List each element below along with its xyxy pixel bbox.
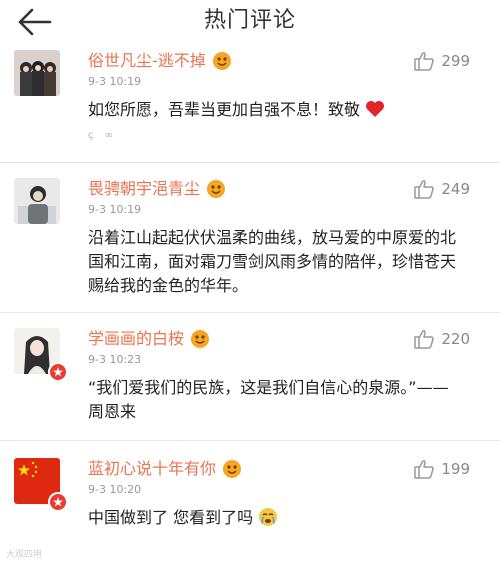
comment-text: 沿着江山起起伏伏温柔的曲线，放马爱的中原爱的北国和江南，面对霜刀雪剑风雨多情的陪…	[88, 228, 457, 295]
comment-time: 9-3 10:19	[88, 75, 142, 88]
emoji-icon	[222, 459, 242, 479]
thumbs-up-icon	[414, 460, 435, 479]
verified-badge	[48, 492, 68, 512]
name-row: 蓝初心说十年有你	[88, 458, 242, 480]
like-count: 299	[441, 52, 470, 70]
like-button[interactable]: 199	[413, 458, 470, 480]
avatar[interactable]	[14, 50, 60, 96]
comment-item: 畏骋朝宇浥青尘 9-3 10:19 沿着江山起起伏伏温柔的曲线，放马爱的中原爱的…	[0, 172, 500, 313]
top-bar: 热门评论	[0, 0, 500, 44]
like-count: 249	[441, 180, 470, 198]
comment-time: 9-3 10:19	[88, 203, 142, 216]
comment-item: 学画画的白桉 9-3 10:23 “我们爱我们的民族，这是我们自信心的泉源。”—…	[0, 322, 500, 441]
comment-item: 蓝初心说十年有你 9-3 10:20 中国做到了 您看到了吗 199	[0, 452, 500, 564]
username[interactable]: 学画画的白桉	[88, 329, 184, 349]
comment-text: 中国做到了 您看到了吗	[88, 506, 468, 530]
username[interactable]: 俗世凡尘-逃不掉	[88, 51, 206, 71]
name-row: 学画画的白桉	[88, 328, 210, 350]
verified-badge	[48, 362, 68, 382]
like-count: 199	[441, 460, 470, 478]
page-title: 热门评论	[203, 8, 296, 33]
thumbs-up-icon	[414, 330, 435, 349]
thumbs-up-icon	[414, 180, 435, 199]
watermark: 大观四用	[6, 550, 43, 560]
heart-icon	[366, 101, 385, 117]
crying-face-icon	[259, 508, 278, 526]
emoji-icon	[190, 329, 210, 349]
like-button[interactable]: 249	[413, 178, 470, 200]
like-button[interactable]: 220	[413, 328, 470, 350]
comment-item: 俗世凡尘-逃不掉 9-3 10:19 如您所愿，吾辈当更加自强不息！致敬 ç ∞…	[0, 44, 500, 163]
username[interactable]: 蓝初心说十年有你	[88, 459, 216, 479]
comment-tools: ç ∞	[88, 130, 118, 141]
thumbs-up-icon	[414, 52, 435, 71]
like-button[interactable]: 299	[413, 50, 470, 72]
emoji-icon	[212, 51, 232, 71]
emoji-icon	[206, 179, 226, 199]
name-row: 畏骋朝宇浥青尘	[88, 178, 226, 200]
avatar[interactable]	[14, 178, 60, 224]
like-count: 220	[441, 330, 470, 348]
comment-time: 9-3 10:20	[88, 483, 142, 496]
comment-time: 9-3 10:23	[88, 353, 142, 366]
comment-text: 如您所愿，吾辈当更加自强不息！致敬	[88, 98, 468, 122]
username[interactable]: 畏骋朝宇浥青尘	[88, 179, 200, 199]
comment-text: “我们爱我们的民族，这是我们自信心的泉源。”—— 周恩来	[88, 378, 449, 421]
name-row: 俗世凡尘-逃不掉	[88, 50, 232, 72]
